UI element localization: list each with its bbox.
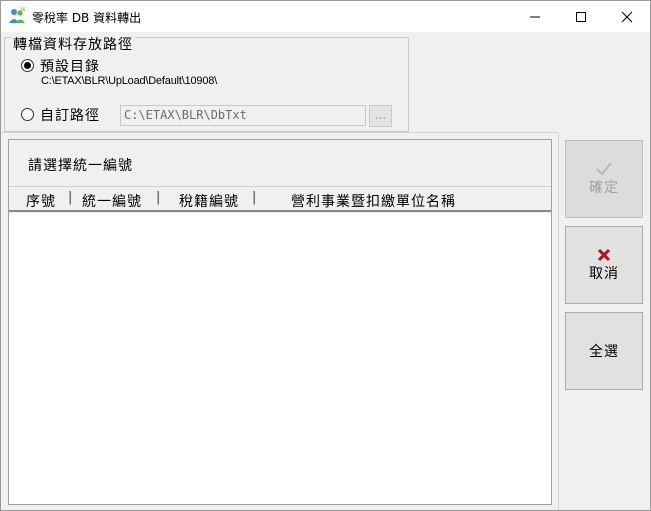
section-divider (1, 132, 558, 133)
browse-button[interactable]: ... (369, 105, 392, 127)
col-business-name[interactable]: 營利事業暨扣繳單位名稱 (291, 191, 456, 211)
check-icon (596, 162, 612, 176)
app-people-icon: 16 (8, 7, 26, 25)
confirm-label: 確定 (589, 180, 619, 196)
cancel-label: 取消 (589, 266, 619, 282)
col-unified-id[interactable]: 統一編號 (82, 191, 142, 211)
default-dir-path: C:\ETAX\BLR\UpLoad\Default\10908\ (41, 75, 218, 87)
window-title: 零稅率 DB 資料轉出 (32, 11, 142, 25)
svg-text:16: 16 (20, 7, 26, 12)
close-icon (621, 11, 633, 22)
app-window: 16 零稅率 DB 資料轉出 轉檔資料存放路徑 預設目錄 C:\ETAX\BLR… (0, 0, 651, 511)
col-tax-id[interactable]: 稅籍編號 (179, 191, 239, 211)
company-list-body[interactable] (9, 213, 551, 504)
col-separator: | (252, 190, 257, 205)
title-bar: 16 零稅率 DB 資料轉出 (1, 1, 650, 32)
company-list-panel: 請選擇統一編號 序號 | 統一編號 | 稅籍編號 | 營利事業暨扣繳單位名稱 (8, 139, 552, 505)
list-column-header: 序號 | 統一編號 | 稅籍編號 | 營利事業暨扣繳單位名稱 (9, 186, 551, 212)
select-all-button[interactable]: 全選 (565, 312, 643, 390)
default-dir-label[interactable]: 預設目錄 (40, 56, 100, 76)
maximize-button[interactable] (558, 1, 604, 32)
custom-path-label[interactable]: 自訂路徑 (40, 105, 100, 125)
select-all-label: 全選 (589, 344, 619, 360)
close-button[interactable] (604, 1, 650, 32)
confirm-button[interactable]: 確定 (565, 140, 643, 218)
cancel-button[interactable]: 取消 (565, 226, 643, 304)
custom-path-radio[interactable] (21, 108, 34, 121)
maximize-icon (576, 11, 586, 22)
custom-path-input[interactable]: C:\ETAX\BLR\DbTxt (120, 105, 366, 126)
list-heading: 請選擇統一編號 (28, 158, 133, 174)
default-dir-radio[interactable] (21, 59, 34, 72)
x-icon (597, 248, 611, 262)
col-separator: | (156, 190, 161, 205)
col-serial[interactable]: 序號 (26, 191, 56, 211)
col-separator: | (68, 190, 73, 205)
button-panel-divider (558, 133, 559, 510)
minimize-button[interactable] (512, 1, 558, 32)
path-group-legend: 轉檔資料存放路徑 (11, 34, 135, 54)
minimize-icon (530, 16, 540, 17)
